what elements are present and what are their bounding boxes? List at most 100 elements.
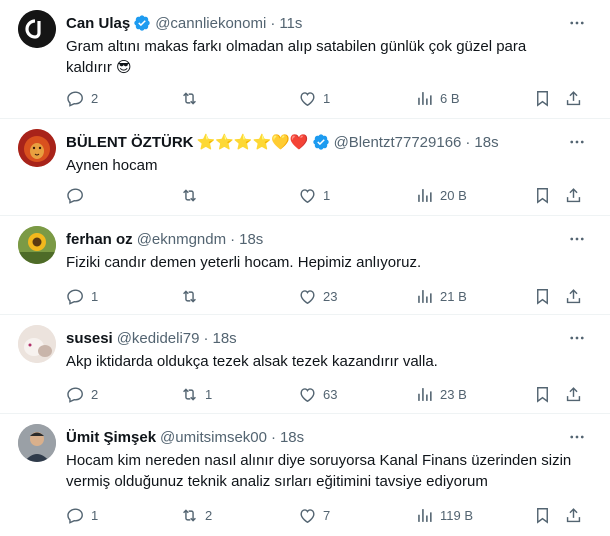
retweet-icon bbox=[183, 91, 196, 105]
reply-icon bbox=[67, 187, 83, 204]
reply-icon bbox=[67, 90, 83, 107]
timestamp[interactable]: 18s bbox=[239, 231, 263, 248]
more-icon[interactable] bbox=[568, 230, 586, 248]
share-button[interactable] bbox=[564, 286, 583, 306]
cat-avatar-icon bbox=[18, 325, 56, 363]
tweet-1[interactable]: Can Ulaş @cannliekonomi · 11s Gram altın… bbox=[0, 0, 610, 119]
like-button[interactable]: 1 bbox=[298, 185, 330, 205]
reply-button[interactable]: 2 bbox=[66, 88, 98, 108]
action-bar: 2 1 6 B bbox=[0, 88, 610, 108]
tweet-5[interactable]: Ümit Şimşek @umitsimsek00 · 18s Hocam ki… bbox=[0, 414, 610, 536]
tweet-3[interactable]: ferhan oz @eknmgndm · 18s Fiziki candır … bbox=[0, 216, 610, 315]
like-button[interactable]: 1 bbox=[298, 88, 330, 108]
reply-button[interactable]: 1 bbox=[66, 286, 98, 306]
bookmark-icon bbox=[537, 507, 548, 524]
bookmark-button[interactable] bbox=[533, 88, 552, 108]
retweet-icon bbox=[183, 387, 196, 401]
share-button[interactable] bbox=[564, 185, 583, 205]
view-count: 21 B bbox=[440, 288, 467, 304]
like-icon bbox=[300, 289, 315, 304]
share-button[interactable] bbox=[564, 88, 583, 108]
author-handle[interactable]: @cannliekonomi bbox=[155, 15, 266, 32]
like-count: 1 bbox=[323, 90, 331, 106]
timestamp[interactable]: 11s bbox=[279, 15, 302, 32]
avatar[interactable] bbox=[18, 129, 56, 167]
share-button[interactable] bbox=[564, 384, 583, 404]
like-icon bbox=[300, 91, 315, 106]
retweet-button[interactable] bbox=[180, 88, 205, 108]
tweet-text: Gram altını makas farkı olmadan alıp sat… bbox=[66, 38, 527, 76]
action-bar: 1 23 21 B bbox=[0, 286, 610, 306]
bookmark-button[interactable] bbox=[533, 286, 552, 306]
avatar[interactable] bbox=[18, 10, 56, 48]
tweet-text: Akp iktidarda oldukça tezek alsak tezek … bbox=[66, 353, 438, 370]
lion-avatar-icon bbox=[18, 129, 56, 167]
views-button[interactable]: 119 B bbox=[415, 505, 473, 525]
reply-button[interactable]: 2 bbox=[66, 384, 98, 404]
like-button[interactable]: 63 bbox=[298, 384, 337, 404]
retweet-button[interactable] bbox=[180, 185, 205, 205]
more-icon[interactable] bbox=[568, 329, 586, 347]
bookmark-button[interactable] bbox=[533, 185, 552, 205]
bookmark-button[interactable] bbox=[533, 384, 552, 404]
avatar[interactable] bbox=[18, 325, 56, 363]
like-count: 7 bbox=[323, 507, 331, 523]
share-icon bbox=[566, 507, 581, 522]
avatar[interactable] bbox=[18, 226, 56, 264]
author-name[interactable]: ferhan oz bbox=[66, 231, 133, 248]
views-button[interactable]: 23 B bbox=[415, 384, 467, 404]
author-handle[interactable]: @eknmgndm bbox=[137, 231, 226, 248]
views-icon bbox=[418, 91, 432, 105]
verified-badge-icon bbox=[312, 133, 330, 151]
retweet-icon bbox=[183, 188, 196, 202]
tweet-header: Ümit Şimşek @umitsimsek00 · 18s bbox=[66, 427, 304, 447]
author-name[interactable]: Can Ulaş bbox=[66, 15, 130, 32]
retweet-button[interactable]: 1 bbox=[180, 384, 212, 404]
reply-count: 2 bbox=[91, 386, 99, 402]
like-button[interactable]: 7 bbox=[298, 505, 330, 525]
retweet-button[interactable] bbox=[180, 286, 205, 306]
views-icon bbox=[418, 508, 432, 522]
reply-count: 1 bbox=[91, 288, 99, 304]
timestamp[interactable]: 18s bbox=[474, 134, 498, 151]
tweet-2[interactable]: BÜLENT ÖZTÜRK ⭐⭐⭐⭐💛❤️ @Blentzt77729166 ·… bbox=[0, 119, 610, 216]
retweet-icon bbox=[183, 289, 196, 303]
retweet-button[interactable]: 2 bbox=[180, 505, 212, 525]
more-icon[interactable] bbox=[568, 14, 586, 32]
bookmark-icon bbox=[537, 386, 548, 403]
avatar[interactable] bbox=[18, 424, 56, 462]
view-count: 20 B bbox=[440, 187, 467, 203]
reply-button[interactable]: 1 bbox=[66, 505, 98, 525]
retweet-count: 2 bbox=[205, 507, 213, 523]
tweet-header: Can Ulaş @cannliekonomi · 11s bbox=[66, 13, 302, 33]
views-button[interactable]: 20 B bbox=[415, 185, 467, 205]
bookmark-button[interactable] bbox=[533, 505, 552, 525]
like-button[interactable]: 23 bbox=[298, 286, 337, 306]
bookmark-icon bbox=[537, 90, 548, 107]
author-handle[interactable]: @umitsimsek00 bbox=[160, 429, 267, 446]
tweet-4[interactable]: susesi @kedideli79 · 18s Akp iktidarda o… bbox=[0, 315, 610, 414]
author-name[interactable]: Ümit Şimşek bbox=[66, 429, 156, 446]
share-icon bbox=[566, 288, 581, 303]
reply-button[interactable] bbox=[66, 185, 91, 205]
author-handle[interactable]: @Blentzt77729166 bbox=[334, 134, 462, 151]
author-handle[interactable]: @kedideli79 bbox=[117, 330, 200, 347]
person-avatar-icon bbox=[18, 424, 56, 462]
view-count: 6 B bbox=[440, 90, 460, 106]
more-icon[interactable] bbox=[568, 428, 586, 446]
share-button[interactable] bbox=[564, 505, 583, 525]
more-icon[interactable] bbox=[568, 133, 586, 151]
timestamp[interactable]: 18s bbox=[212, 330, 236, 347]
tweet-text: Aynen hocam bbox=[66, 157, 158, 174]
views-button[interactable]: 21 B bbox=[415, 286, 467, 306]
author-name[interactable]: susesi bbox=[66, 330, 113, 347]
separator-dot: · bbox=[270, 428, 276, 446]
separator-dot: · bbox=[270, 14, 276, 32]
author-name[interactable]: BÜLENT ÖZTÜRK bbox=[66, 134, 194, 151]
separator-dot: · bbox=[203, 329, 209, 347]
action-bar: 2 1 63 23 B bbox=[0, 384, 610, 404]
views-button[interactable]: 6 B bbox=[415, 88, 460, 108]
name-emojis: ⭐⭐⭐⭐💛❤️ bbox=[196, 134, 309, 151]
timestamp[interactable]: 18s bbox=[280, 429, 304, 446]
tweet-text: Hocam kim nereden nasıl alınır diye soru… bbox=[66, 452, 572, 490]
